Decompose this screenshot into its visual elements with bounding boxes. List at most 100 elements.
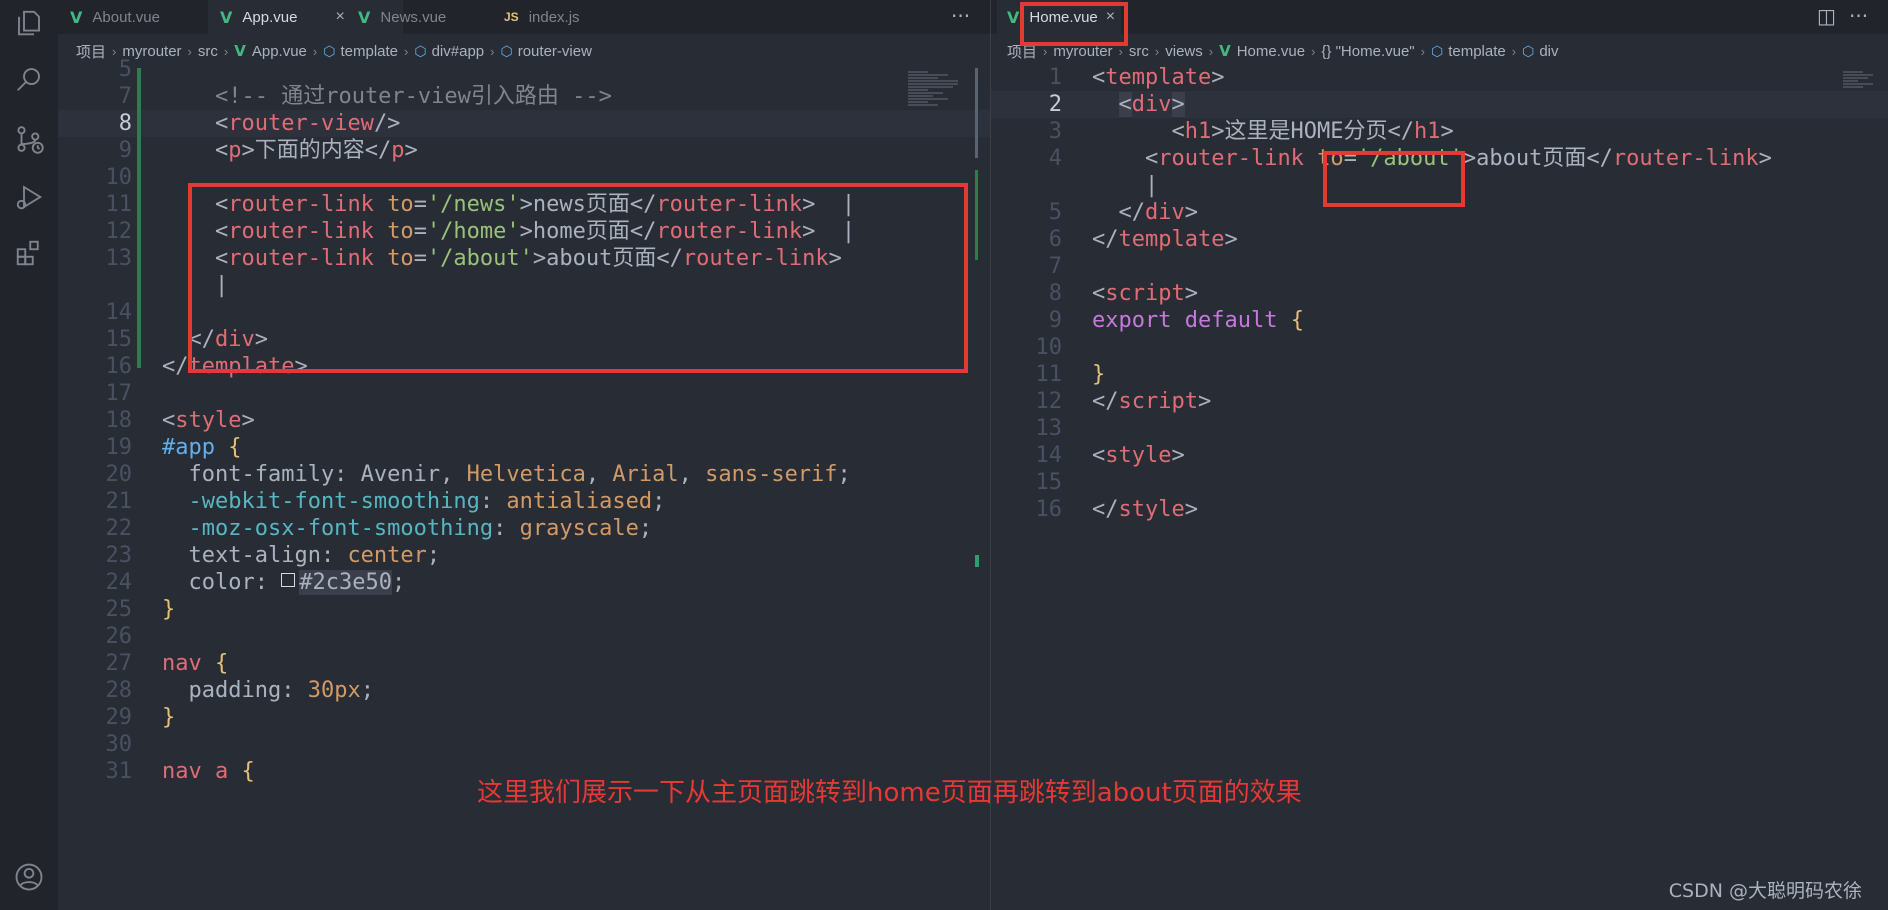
breadcrumb-item[interactable]: V Home.vue [1219, 42, 1305, 60]
code-line[interactable]: 10 [991, 334, 1888, 361]
chevron-right-icon: › [1511, 43, 1517, 59]
code-line[interactable]: 25} [58, 596, 990, 623]
line-number: 11 [1035, 362, 1063, 387]
code-line[interactable]: 7 <!-- 通过router-view引入路由 --> [58, 83, 990, 110]
code-text: } [162, 596, 175, 623]
code-line[interactable]: 26 [58, 623, 990, 650]
code-token: grayscale [519, 516, 639, 541]
code-line[interactable]: 14 <style> [991, 442, 1888, 469]
code-text: font-family: Avenir, Helvetica, Arial, s… [162, 461, 850, 488]
code-line[interactable]: 20 font-family: Avenir, Helvetica, Arial… [58, 461, 990, 488]
code-line[interactable]: 16 </style> [991, 496, 1888, 523]
code-line[interactable]: 2 <div> [991, 91, 1888, 118]
line-number: 12 [1035, 389, 1063, 414]
line-number: 7 [1048, 254, 1062, 279]
breadcrumb-label: Home.vue [1236, 42, 1306, 60]
vue-icon: V [70, 7, 83, 27]
code-token: > [1184, 497, 1198, 522]
code-line[interactable]: 21 -webkit-font-smoothing: antialiased; [58, 488, 990, 515]
code-token: router-view [228, 111, 374, 136]
code-line[interactable]: 8 <script> [991, 280, 1888, 307]
more-actions-icon[interactable]: ··· [951, 4, 970, 28]
line-number: 6 [1048, 227, 1062, 252]
code-token: } [1092, 362, 1106, 387]
code-line[interactable]: 24 color: #2c3e50; [58, 569, 990, 596]
line-number: 27 [105, 651, 133, 676]
account-icon[interactable] [14, 862, 44, 892]
code-text: <div> [1092, 91, 1185, 118]
source-control-icon[interactable] [14, 124, 44, 154]
code-line[interactable]: 11} [991, 361, 1888, 388]
tab-index-js[interactable]: JS index.js [504, 0, 654, 34]
scrollbar-thumb[interactable] [975, 68, 978, 158]
code-token: < [162, 111, 229, 136]
code-token: > [1184, 200, 1198, 225]
line-number: 9 [1048, 308, 1062, 333]
more-actions-icon[interactable]: ··· [1849, 4, 1868, 28]
code-line[interactable]: 29} [58, 704, 990, 731]
code-line[interactable]: 8 <router-view/> [58, 110, 990, 137]
code-token: p [228, 138, 242, 163]
code-line[interactable]: 12 </script> [991, 388, 1888, 415]
code-line[interactable]: 15 [991, 469, 1888, 496]
code-line[interactable]: 6 </template> [991, 226, 1888, 253]
breadcrumb-item[interactable]: ⬡ div [1522, 43, 1558, 60]
code-token: ; [652, 489, 666, 514]
code-line[interactable]: 5 [58, 56, 990, 83]
search-icon[interactable] [14, 64, 44, 94]
code-text: | [1092, 172, 1158, 199]
code-line[interactable]: 1 <template> [991, 64, 1888, 91]
code-line[interactable]: 9 export default { [991, 307, 1888, 334]
code-line[interactable]: 28 padding: 30px; [58, 677, 990, 704]
line-number: 28 [105, 678, 133, 703]
explorer-icon[interactable] [14, 8, 44, 38]
code-line[interactable]: 22 -moz-osx-font-smoothing: grayscale; [58, 515, 990, 542]
code-line[interactable]: 3 <h1>这里是HOME分页</h1> [991, 118, 1888, 145]
code-line[interactable]: 30 [58, 731, 990, 758]
line-number: 31 [105, 759, 133, 784]
tab-label: News.vue [380, 8, 447, 26]
code-line[interactable]: 27 nav { [58, 650, 990, 677]
code-token: color: [162, 570, 282, 595]
code-text: export default { [1092, 307, 1304, 334]
chevron-right-icon: › [1311, 43, 1316, 59]
vue-icon: V [1219, 42, 1231, 60]
code-token: > [1197, 389, 1212, 414]
code-token: { [215, 651, 229, 676]
code-token: sans-serif [705, 462, 838, 487]
tab-news-vue[interactable]: V News.vue [358, 0, 518, 34]
split-editor-icon[interactable]: ◫ [1817, 4, 1836, 28]
scroll-change-marker [975, 170, 978, 260]
element-icon: ⬡ [1430, 42, 1444, 59]
minimap[interactable] [1843, 70, 1888, 150]
breadcrumb-item[interactable]: ⬡ template [1431, 43, 1506, 60]
tab-about-vue[interactable]: V About.vue [70, 0, 220, 34]
code-token: #2c3e50 [299, 570, 392, 595]
code-token: < [1118, 92, 1132, 117]
breadcrumb-label: template [1448, 42, 1506, 60]
extensions-icon[interactable] [14, 238, 44, 268]
close-icon[interactable]: × [335, 8, 344, 26]
run-debug-icon[interactable] [14, 182, 44, 212]
code-token: : [479, 489, 507, 514]
code-line[interactable]: 17 [58, 380, 990, 407]
code-line[interactable]: 13 [991, 415, 1888, 442]
code-token: , [585, 462, 613, 487]
minimap[interactable] [908, 70, 968, 150]
code-token: ; [638, 516, 653, 541]
code-text: text-align: center; [162, 542, 440, 569]
code-line[interactable]: 18 <style> [58, 407, 990, 434]
breadcrumb-item[interactable]: {} "Home.vue" [1321, 43, 1414, 60]
breadcrumb-item[interactable]: src [1129, 43, 1149, 60]
highlight-box-home-tab [1020, 2, 1128, 46]
code-line[interactable]: 7 [991, 253, 1888, 280]
line-number: 22 [105, 516, 133, 541]
code-token: default [1184, 308, 1278, 333]
line-number: 3 [1048, 119, 1062, 144]
annotation-text: 这里我们展示一下从主页面跳转到home页面再跳转到about页面的效果 [477, 778, 1302, 808]
code-line[interactable]: 23 text-align: center; [58, 542, 990, 569]
code-line[interactable]: 9 <p>下面的内容</p> [58, 137, 990, 164]
code-line[interactable]: 19 #app { [58, 434, 990, 461]
breadcrumb-item[interactable]: views [1165, 43, 1203, 60]
code-token: router-link [1612, 146, 1759, 171]
